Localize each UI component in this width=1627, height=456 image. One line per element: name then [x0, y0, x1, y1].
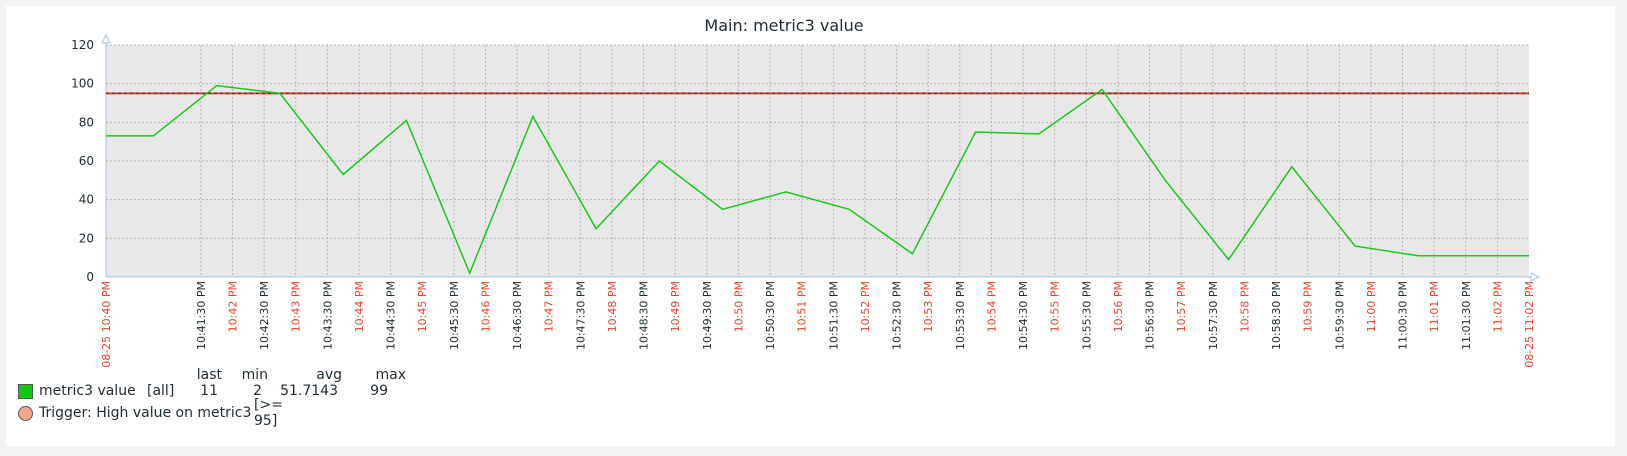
x-tick-label: 11:01:30 PM [1460, 281, 1473, 350]
chart-title: Main: metric3 value [704, 16, 863, 35]
legend-header-max: max [375, 367, 406, 383]
x-tick-label: 10:52:30 PM [891, 281, 904, 350]
x-tick-label: 10:55:30 PM [1080, 281, 1093, 350]
x-tick-label: 10:58:30 PM [1270, 281, 1283, 350]
x-tick-label: 10:51 PM [796, 281, 809, 332]
legend: metric3 value [all] 11 2 51.7143 99 Trig… [18, 380, 388, 429]
series-color-swatch [18, 383, 33, 399]
x-tick-label: 10:52 PM [859, 281, 872, 332]
x-tick-label: 10:56:30 PM [1144, 281, 1157, 350]
y-tick-label: 80 [79, 115, 94, 129]
x-tick-label: 10:47 PM [543, 281, 556, 332]
x-tick-label: 10:59:30 PM [1333, 281, 1346, 350]
x-tick-label: 11:00 PM [1365, 281, 1378, 332]
x-tick-label: 11:02 PM [1491, 281, 1504, 332]
x-tick-label: 10:57:30 PM [1207, 281, 1220, 350]
x-tick-label: 10:42:30 PM [258, 281, 271, 350]
y-tick-label: 120 [71, 38, 94, 52]
x-tick-label: 10:41:30 PM [195, 281, 208, 350]
legend-trigger-condition: [>= 95] [254, 397, 283, 429]
x-tick-label: 11:00:30 PM [1397, 281, 1410, 350]
x-tick-label: 10:51:30 PM [827, 281, 840, 350]
x-tick-label: 10:45:30 PM [448, 281, 461, 350]
x-tick-label: 10:55 PM [1049, 281, 1062, 332]
y-tick-label: 100 [71, 77, 94, 91]
legend-metric-name: metric3 value [39, 383, 136, 399]
legend-metric-avg: 51.7143 [280, 383, 338, 399]
legend-metric-row: metric3 value [all] 11 2 51.7143 99 [18, 380, 388, 402]
x-tick-label: 10:54:30 PM [1017, 281, 1030, 350]
x-tick-label: 10:48:30 PM [638, 281, 651, 350]
x-tick-label: 10:46:30 PM [511, 281, 524, 350]
y-tick-label: 60 [79, 154, 94, 168]
x-tick-label: 10:48 PM [606, 281, 619, 332]
legend-trigger-row: Trigger: High value on metric3 [>= 95] [18, 397, 283, 429]
x-tick-label: 10:50:30 PM [764, 281, 777, 350]
y-axis-arrow [101, 33, 111, 44]
x-tick-label: 08-25 10:40 PM [100, 281, 113, 368]
x-tick-label: 10:46 PM [479, 281, 492, 332]
x-tick-label: 10:50 PM [732, 281, 745, 332]
y-tick-label: 20 [79, 231, 94, 245]
x-tick-label: 10:43:30 PM [321, 281, 334, 350]
x-tick-label: 10:49:30 PM [701, 281, 714, 350]
legend-trigger-name: Trigger: High value on metric3 [39, 405, 252, 421]
x-tick-label: 10:49 PM [669, 281, 682, 332]
x-tick-label: 08-25 11:02 PM [1523, 281, 1536, 368]
legend-metric-scope: [all] [147, 383, 175, 399]
x-tick-label: 10:58 PM [1238, 281, 1251, 332]
x-tick-label: 10:53 PM [922, 281, 935, 332]
x-tick-label: 10:56 PM [1112, 281, 1125, 332]
x-axis-arrow [1530, 272, 1541, 282]
y-tick-label: 0 [86, 270, 94, 284]
trigger-color-swatch [18, 405, 33, 421]
x-tick-label: 10:43 PM [290, 281, 303, 332]
x-tick-label: 10:47:30 PM [574, 281, 587, 350]
x-tick-label: 10:54 PM [985, 281, 998, 332]
legend-metric-max: 99 [370, 383, 388, 399]
legend-metric-last: 11 [200, 383, 218, 399]
x-tick-label: 10:44:30 PM [385, 281, 398, 350]
x-tick-label: 10:45 PM [416, 281, 429, 332]
x-tick-label: 11:01 PM [1428, 281, 1441, 332]
x-tick-label: 10:44 PM [353, 281, 366, 332]
y-tick-label: 40 [79, 193, 94, 207]
x-tick-label: 10:53:30 PM [954, 281, 967, 350]
x-tick-label: 10:59 PM [1302, 281, 1315, 332]
x-tick-label: 10:42 PM [226, 281, 239, 332]
x-tick-label: 10:57 PM [1175, 281, 1188, 332]
chart-svg: 0 20 40 60 80 100 120 08-25 10:40 PM 10:41:30 PM… [71, 16, 1541, 368]
legend-header-avg: avg [316, 367, 342, 383]
